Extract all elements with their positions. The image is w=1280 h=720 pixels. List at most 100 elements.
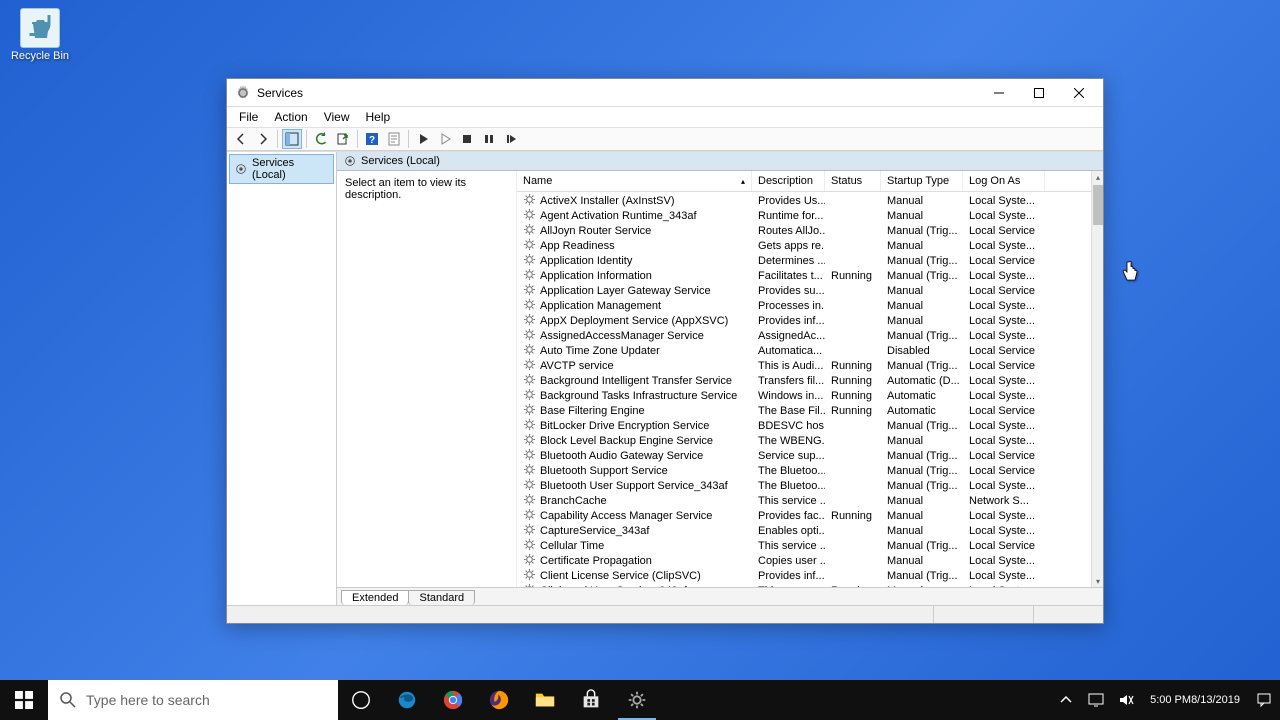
cell-description: Provides inf... <box>752 570 825 582</box>
table-row[interactable]: App ReadinessGets apps re...ManualLocal … <box>517 238 1091 253</box>
table-row[interactable]: Bluetooth Audio Gateway ServiceService s… <box>517 448 1091 463</box>
table-row[interactable]: Background Intelligent Transfer ServiceT… <box>517 373 1091 388</box>
show-hide-tree-button[interactable] <box>282 129 302 149</box>
table-row[interactable]: CaptureService_343afEnables opti...Manua… <box>517 523 1091 538</box>
menu-help[interactable]: Help <box>358 108 399 126</box>
gear-icon <box>523 193 536 209</box>
cell-description: Provides Us... <box>752 195 825 207</box>
start-service-alt-button[interactable] <box>435 129 455 149</box>
task-view-button[interactable] <box>338 680 384 720</box>
help-button[interactable]: ? <box>362 129 382 149</box>
column-name[interactable]: Name▴ <box>517 171 752 191</box>
properties-button[interactable] <box>384 129 404 149</box>
gear-icon <box>523 418 536 434</box>
table-row[interactable]: Client License Service (ClipSVC)Provides… <box>517 568 1091 583</box>
titlebar[interactable]: Services <box>227 79 1103 107</box>
table-row[interactable]: Bluetooth User Support Service_343afThe … <box>517 478 1091 493</box>
vertical-scrollbar[interactable]: ▴ ▾ <box>1091 171 1103 587</box>
table-row[interactable]: ActiveX Installer (AxInstSV)Provides Us.… <box>517 193 1091 208</box>
cell-name: Application Management <box>517 298 752 314</box>
start-service-button[interactable] <box>413 129 433 149</box>
tray-clock[interactable]: 5:00 PM 8/13/2019 <box>1142 680 1248 720</box>
table-row[interactable]: Capability Access Manager ServiceProvide… <box>517 508 1091 523</box>
table-row[interactable]: Block Level Backup Engine ServiceThe WBE… <box>517 433 1091 448</box>
forward-button[interactable] <box>253 129 273 149</box>
console-tree[interactable]: Services (Local) <box>227 152 337 605</box>
file-explorer-button[interactable] <box>522 680 568 720</box>
tab-extended[interactable]: Extended <box>341 590 409 605</box>
table-row[interactable]: Application IdentityDetermines ...Manual… <box>517 253 1091 268</box>
table-row[interactable]: Application ManagementProcesses in...Man… <box>517 298 1091 313</box>
restart-service-button[interactable] <box>501 129 521 149</box>
gear-icon <box>523 358 536 374</box>
table-row[interactable]: Certificate PropagationCopies user ...Ma… <box>517 553 1091 568</box>
column-log-on-as[interactable]: Log On As <box>963 171 1045 191</box>
stop-service-button[interactable] <box>457 129 477 149</box>
table-row[interactable]: Bluetooth Support ServiceThe Bluetoo...M… <box>517 463 1091 478</box>
column-startup-type[interactable]: Startup Type <box>881 171 963 191</box>
cell-logon: Local Syste... <box>963 435 1045 447</box>
table-row[interactable]: AppX Deployment Service (AppXSVC)Provide… <box>517 313 1091 328</box>
cell-logon: Local Syste... <box>963 375 1045 387</box>
back-button[interactable] <box>231 129 251 149</box>
cell-description: This service ... <box>752 495 825 507</box>
table-row[interactable]: Clipboard User Service_343afThis user se… <box>517 583 1091 587</box>
notifications-button[interactable] <box>1250 680 1278 720</box>
firefox-button[interactable] <box>476 680 522 720</box>
scroll-down-arrow[interactable]: ▾ <box>1092 575 1103 587</box>
column-status[interactable]: Status <box>825 171 881 191</box>
services-taskbar-button[interactable] <box>614 680 660 720</box>
tab-standard[interactable]: Standard <box>408 590 475 605</box>
cell-description: Enables opti... <box>752 525 825 537</box>
cell-startup: Manual (Trig... <box>881 570 963 582</box>
table-row[interactable]: AVCTP serviceThis is Audi...RunningManua… <box>517 358 1091 373</box>
refresh-button[interactable] <box>311 129 331 149</box>
scroll-thumb[interactable] <box>1093 185 1103 225</box>
cell-name: Background Intelligent Transfer Service <box>517 373 752 389</box>
statusbar <box>227 605 1103 623</box>
tray-display-icon[interactable] <box>1082 680 1110 720</box>
separator <box>306 130 307 148</box>
maximize-button[interactable] <box>1019 80 1059 106</box>
cell-startup: Manual <box>881 240 963 252</box>
menu-view[interactable]: View <box>316 108 358 126</box>
table-row[interactable]: AllJoyn Router ServiceRoutes AllJo...Man… <box>517 223 1091 238</box>
column-description[interactable]: Description <box>752 171 825 191</box>
result-pane-header: Services (Local) <box>337 152 1103 171</box>
cell-description: Facilitates t... <box>752 270 825 282</box>
scroll-up-arrow[interactable]: ▴ <box>1092 171 1103 183</box>
minimize-button[interactable] <box>979 80 1019 106</box>
table-row[interactable]: Base Filtering EngineThe Base Fil...Runn… <box>517 403 1091 418</box>
table-row[interactable]: Application InformationFacilitates t...R… <box>517 268 1091 283</box>
tray-volume-icon[interactable] <box>1112 680 1140 720</box>
gear-icon <box>523 433 536 449</box>
table-row[interactable]: AssignedAccessManager ServiceAssignedAc.… <box>517 328 1091 343</box>
menu-file[interactable]: File <box>231 108 266 126</box>
tree-item-services-local[interactable]: Services (Local) <box>229 154 334 184</box>
export-button[interactable] <box>333 129 353 149</box>
table-row[interactable]: Background Tasks Infrastructure ServiceW… <box>517 388 1091 403</box>
edge-button[interactable] <box>384 680 430 720</box>
tray-chevron-icon[interactable] <box>1052 680 1080 720</box>
table-row[interactable]: BitLocker Drive Encryption ServiceBDESVC… <box>517 418 1091 433</box>
table-row[interactable]: BranchCacheThis service ...ManualNetwork… <box>517 493 1091 508</box>
menu-action[interactable]: Action <box>266 108 315 126</box>
start-button[interactable] <box>0 680 48 720</box>
microsoft-store-button[interactable] <box>568 680 614 720</box>
services-list[interactable]: Name▴ Description Status Startup Type Lo… <box>517 171 1103 587</box>
recycle-bin-icon[interactable]: Recycle Bin <box>10 8 70 62</box>
gear-icon <box>523 313 536 329</box>
cell-description: Provides fac... <box>752 510 825 522</box>
table-row[interactable]: Agent Activation Runtime_343afRuntime fo… <box>517 208 1091 223</box>
table-row[interactable]: Application Layer Gateway ServiceProvide… <box>517 283 1091 298</box>
pause-service-button[interactable] <box>479 129 499 149</box>
cell-name: AppX Deployment Service (AppXSVC) <box>517 313 752 329</box>
table-row[interactable]: Cellular TimeThis service ...Manual (Tri… <box>517 538 1091 553</box>
table-row[interactable]: Auto Time Zone UpdaterAutomatica...Disab… <box>517 343 1091 358</box>
search-box[interactable]: Type here to search <box>48 680 338 720</box>
chrome-button[interactable] <box>430 680 476 720</box>
close-button[interactable] <box>1059 80 1099 106</box>
cell-description: Determines ... <box>752 255 825 267</box>
cell-logon: Local Service <box>963 255 1045 267</box>
separator <box>277 130 278 148</box>
